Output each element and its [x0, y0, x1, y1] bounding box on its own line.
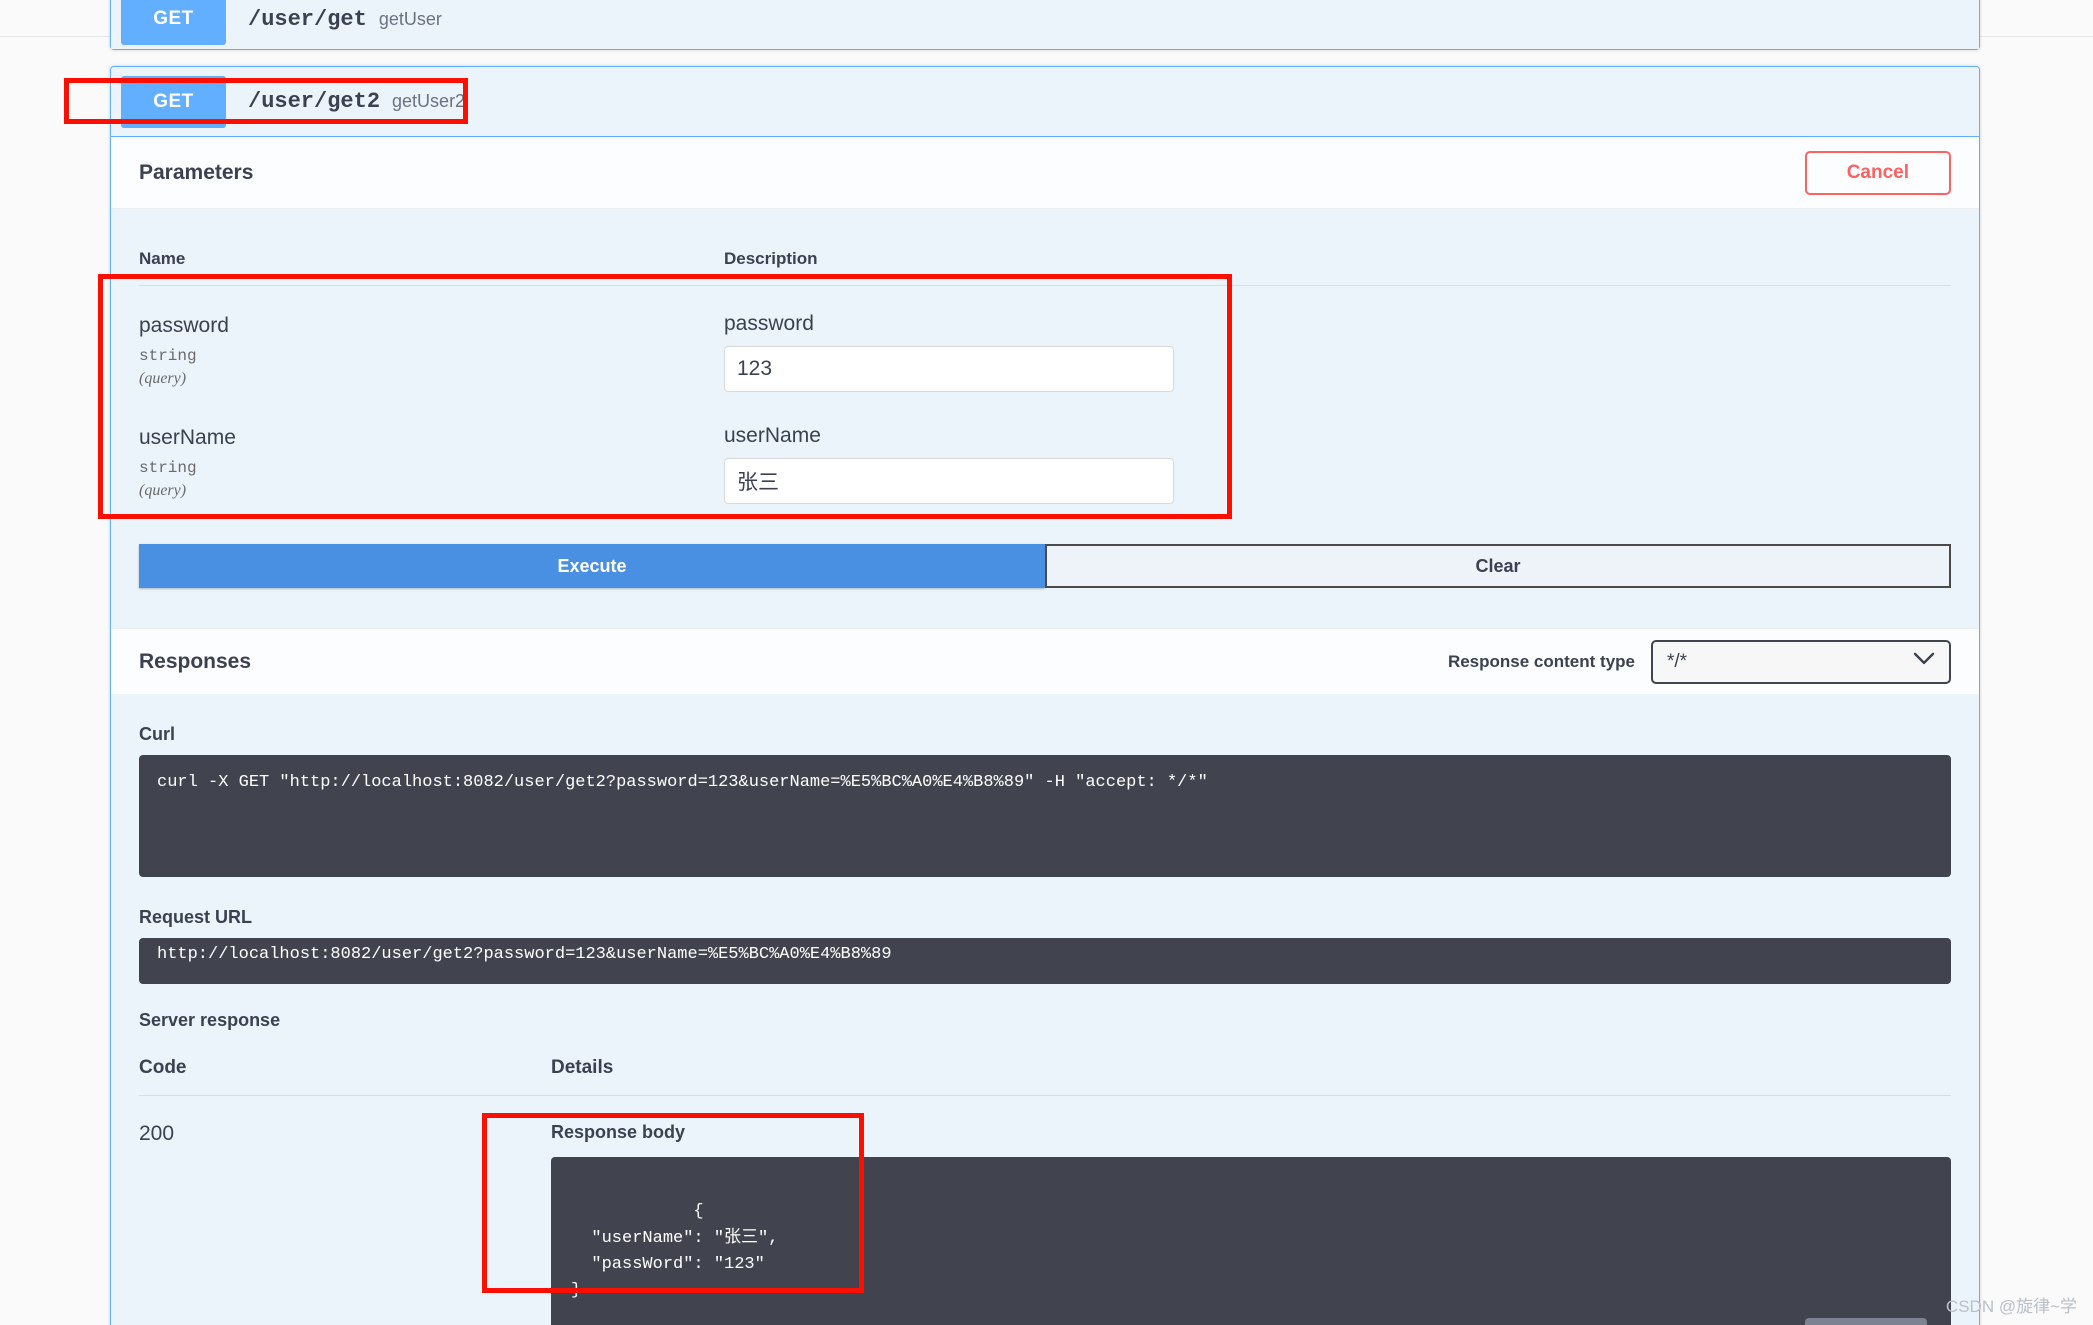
parameter-description: password	[724, 312, 814, 335]
password-input[interactable]	[724, 346, 1174, 392]
request-url-label: Request URL	[139, 907, 253, 927]
http-method-badge: GET	[121, 0, 226, 45]
responses-header: Responses Response content type */*	[111, 628, 1979, 694]
operation-summary-text: getUser	[378, 8, 442, 29]
response-body-json: { "userName": "张三", "passWord": "123" }	[571, 1202, 779, 1301]
parameters-table-header: Name Description	[139, 209, 1951, 285]
operation-summary-text: getUser2	[392, 91, 466, 111]
parameter-name: password	[139, 314, 229, 337]
table-row: userName string (query) userName	[139, 398, 1951, 510]
operation-get-user[interactable]: GET /user/get getUser	[110, 0, 1980, 50]
response-content-type-value: */*	[1667, 650, 1688, 672]
operation-path: /user/get2	[248, 89, 381, 114]
parameter-type: string	[139, 347, 197, 366]
parameter-description-cell: userName	[724, 424, 1951, 504]
http-method-badge: GET	[121, 75, 226, 128]
response-details-cell: Response body { "userName": "张三", "passW…	[551, 1122, 1951, 1325]
response-content-type-label: Response content type	[1447, 651, 1635, 671]
column-header-code: Code	[139, 1057, 187, 1078]
watermark: CSDN @旋律~学	[1945, 1297, 2077, 1316]
parameter-name-cell: userName string (query)	[139, 424, 724, 504]
response-content-type-group: Response content type */*	[1447, 639, 1951, 684]
chevron-down-icon	[1913, 649, 1935, 671]
response-content-type-select[interactable]: */*	[1651, 639, 1951, 684]
parameters-header: Parameters Cancel	[111, 137, 1979, 209]
parameters-table: Name Description password string (query)…	[111, 209, 1979, 510]
curl-code-block[interactable]: curl -X GET "http://localhost:8082/user/…	[139, 755, 1951, 877]
clear-button[interactable]: Clear	[1045, 544, 1951, 588]
table-row: 200 Response body { "userName": "张三", "p…	[139, 1096, 1951, 1325]
cancel-button[interactable]: Cancel	[1804, 150, 1951, 195]
response-status-code: 200	[139, 1122, 175, 1145]
responses-title: Responses	[139, 649, 252, 673]
parameter-location: (query)	[139, 482, 187, 500]
responses-body: Curl curl -X GET "http://localhost:8082/…	[111, 724, 1979, 1325]
server-response-label: Server response	[139, 1010, 281, 1030]
curl-label: Curl	[139, 724, 175, 744]
operation-path: /user/get	[248, 6, 367, 32]
parameter-description: userName	[724, 424, 821, 447]
column-header-details: Details	[551, 1057, 614, 1078]
username-input[interactable]	[724, 458, 1174, 504]
column-header-description: Description	[724, 249, 818, 268]
parameter-description-cell: password	[724, 312, 1951, 392]
request-url-code-block: http://localhost:8082/user/get2?password…	[139, 938, 1951, 984]
parameter-name: userName	[139, 426, 236, 449]
parameter-location: (query)	[139, 370, 187, 388]
action-buttons: Execute Clear	[111, 510, 1979, 628]
parameter-type: string	[139, 459, 197, 478]
parameter-name-cell: password string (query)	[139, 312, 724, 392]
column-header-name: Name	[139, 249, 186, 268]
parameters-title: Parameters	[139, 160, 254, 184]
execute-button[interactable]: Execute	[139, 544, 1045, 588]
operation-summary-bar-expanded[interactable]: GET /user/get2 getUser2	[111, 67, 1979, 137]
server-response-table-header: Code Details	[139, 1031, 1951, 1095]
response-body-code-block: { "userName": "张三", "passWord": "123" } …	[551, 1157, 1951, 1325]
operation-get-user2[interactable]: GET /user/get2 getUser2 Parameters Cance…	[110, 66, 1980, 1325]
table-row: password string (query) password	[139, 286, 1951, 398]
download-button[interactable]: Download	[1805, 1318, 1927, 1325]
response-body-label: Response body	[551, 1122, 686, 1142]
swagger-ui-page: GET /user/get getUser GET /user/get2 get…	[0, 0, 2093, 1325]
operation-summary-bar[interactable]: GET /user/get getUser	[111, 0, 1979, 49]
